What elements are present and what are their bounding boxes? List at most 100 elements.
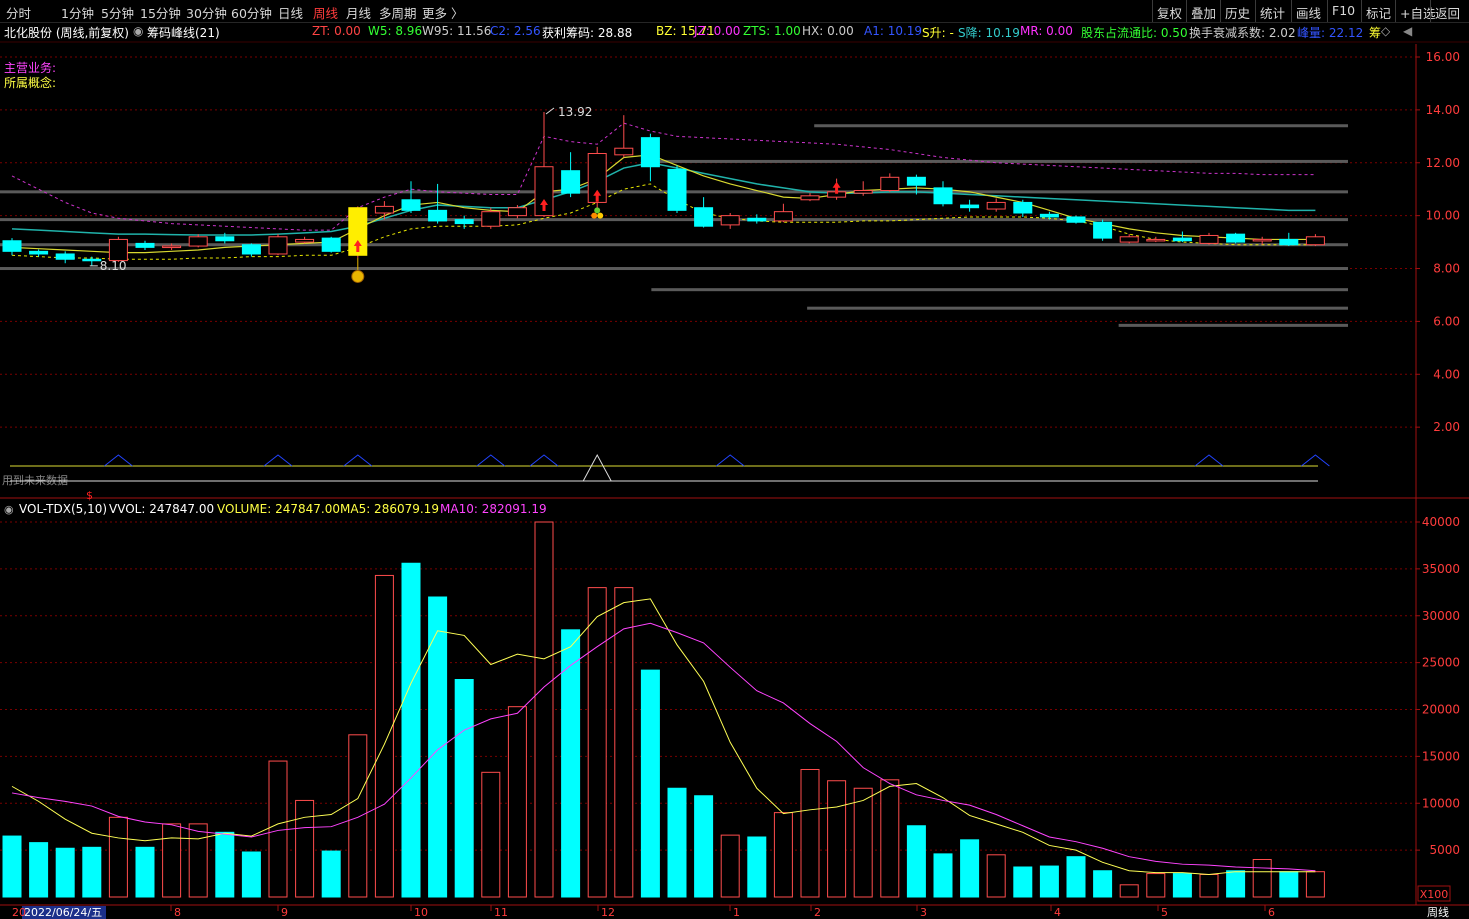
coin-icon bbox=[351, 269, 365, 283]
cluster-icon bbox=[594, 207, 601, 214]
volume-bar bbox=[1119, 884, 1139, 898]
candle-body bbox=[1119, 236, 1139, 243]
teal-avg-line bbox=[11, 161, 1316, 236]
volume-bar bbox=[2, 835, 22, 898]
period-indicator-label: 周线 bbox=[1427, 905, 1449, 919]
candle-body bbox=[853, 190, 873, 194]
volume-tick-label: 40000 bbox=[1422, 515, 1460, 529]
volume-bar bbox=[640, 669, 660, 898]
month-label: 9 bbox=[281, 906, 288, 919]
month-label: 12 bbox=[601, 906, 615, 919]
volume-indicator-name: VOL-TDX(5,10) bbox=[19, 502, 107, 516]
price-tick-label: 6.00 bbox=[1433, 314, 1460, 328]
volume-bar bbox=[215, 831, 235, 898]
low-price-label: 8.10 bbox=[100, 259, 127, 273]
candle-body bbox=[986, 201, 1006, 210]
volume-bar bbox=[1013, 866, 1033, 898]
volume-tick-label: 35000 bbox=[1422, 562, 1460, 576]
volume-bar bbox=[1093, 870, 1113, 898]
chart-area[interactable]: 16.00 14.00 12.00 10.00 8.00 6.00 4.00 2.00 4000… bbox=[0, 0, 1469, 919]
candle-body bbox=[933, 187, 953, 205]
signal-peak bbox=[715, 454, 745, 467]
month-label: 10 bbox=[414, 906, 428, 919]
high-price-label: 13.92 bbox=[558, 105, 592, 119]
month-label: 5 bbox=[1161, 906, 1168, 919]
volume-bar bbox=[1226, 870, 1246, 898]
chip-bar bbox=[807, 306, 1348, 310]
concept-label: 所属概念: bbox=[4, 75, 56, 90]
price-tick-label: 8.00 bbox=[1433, 262, 1460, 276]
volume-bar bbox=[1172, 873, 1192, 898]
volume-tick-label: 30000 bbox=[1422, 609, 1460, 623]
signal-peak bbox=[476, 454, 506, 467]
cluster-icon bbox=[597, 212, 604, 219]
candle-body bbox=[428, 209, 448, 222]
candle-body bbox=[295, 238, 315, 243]
price-tick-label: 12.00 bbox=[1426, 156, 1460, 170]
volume-bar bbox=[507, 706, 527, 898]
volume-bar bbox=[428, 596, 448, 898]
candle-body bbox=[507, 207, 527, 217]
candle-body bbox=[800, 195, 820, 201]
candle-body bbox=[1093, 221, 1113, 239]
candle-body bbox=[906, 176, 926, 186]
candle-body bbox=[614, 147, 634, 156]
volume-tick-label: 5000 bbox=[1429, 843, 1460, 857]
candle-body bbox=[454, 219, 474, 225]
candle-body bbox=[374, 205, 394, 214]
chip-bar bbox=[1118, 323, 1348, 327]
volume-bar bbox=[1279, 871, 1299, 898]
month-label: 1 bbox=[733, 906, 740, 919]
volume-bar bbox=[614, 587, 634, 898]
candle-body bbox=[1039, 213, 1059, 218]
volume-bar bbox=[135, 846, 155, 898]
signal-peak bbox=[582, 453, 612, 482]
candle-body bbox=[188, 236, 208, 247]
ma10-value: MA10: 282091.19 bbox=[440, 502, 547, 516]
volume-tick-label: 10000 bbox=[1422, 796, 1460, 810]
volume-bar bbox=[827, 780, 847, 898]
main-business-label: 主营业务: bbox=[4, 60, 56, 75]
signal-peak bbox=[263, 454, 293, 467]
candle-body bbox=[2, 240, 22, 252]
volume-bar bbox=[720, 834, 740, 898]
candle-body bbox=[55, 253, 75, 260]
candle-body bbox=[268, 236, 288, 255]
magenta-dash-line bbox=[11, 122, 1316, 231]
signal-peak bbox=[104, 454, 133, 467]
month-label: 3 bbox=[920, 906, 927, 919]
volume-bar bbox=[800, 769, 820, 898]
chip-bar bbox=[0, 218, 1348, 222]
volume-bar bbox=[295, 799, 315, 898]
month-label: 8 bbox=[174, 906, 181, 919]
yellow-dash-line bbox=[11, 183, 1316, 260]
candle-body bbox=[1172, 237, 1192, 242]
chip-bar bbox=[651, 288, 1348, 292]
volume-bar bbox=[321, 850, 341, 898]
candle-body bbox=[773, 211, 793, 222]
candle-body bbox=[880, 176, 900, 192]
date-first-label: 2022/06/24/五 bbox=[24, 906, 102, 919]
volume-bar bbox=[29, 842, 49, 898]
candle-body bbox=[960, 204, 980, 209]
volume-bar bbox=[481, 771, 501, 898]
volume-tick-label: 20000 bbox=[1422, 703, 1460, 717]
candle-body bbox=[720, 215, 740, 226]
volume-bar bbox=[694, 795, 714, 898]
volume-bar bbox=[188, 823, 208, 898]
volume-bar bbox=[1146, 873, 1166, 898]
candle-body bbox=[747, 217, 767, 222]
candle-body bbox=[108, 238, 128, 262]
candle-body bbox=[1013, 201, 1033, 214]
candle-body bbox=[1252, 238, 1272, 242]
volume-bar bbox=[1039, 865, 1059, 898]
candle-body bbox=[241, 244, 261, 255]
signal-peak bbox=[1301, 454, 1330, 467]
candle-body bbox=[1279, 238, 1299, 246]
volume-bar bbox=[1066, 856, 1086, 898]
volume-bar bbox=[162, 823, 182, 898]
candle-body bbox=[401, 199, 421, 211]
candle-body bbox=[82, 258, 102, 262]
month-label: 6 bbox=[1268, 906, 1275, 919]
volume-bar bbox=[55, 847, 75, 898]
